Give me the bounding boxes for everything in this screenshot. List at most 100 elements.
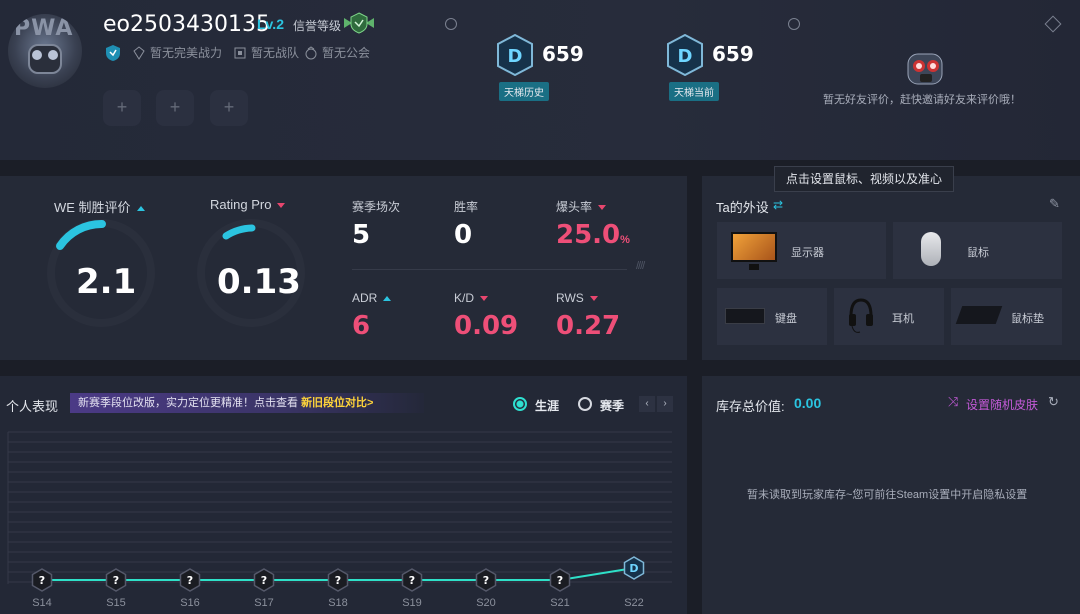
data-point-S19[interactable]: ? <box>401 568 423 592</box>
radio-season-label[interactable]: 赛季 <box>600 397 624 414</box>
data-point-S16[interactable]: ? <box>179 568 201 592</box>
radio-season[interactable] <box>578 397 592 411</box>
info-down-icon <box>589 296 598 302</box>
x-tick-label: S17 <box>254 597 274 609</box>
adr-value: 6 <box>352 311 371 341</box>
stats-panel: WE 制胜评价 2.1 Rating Pro 0.13 赛季场次 5 胜率 0 … <box>0 176 687 360</box>
headshot-value-wrap: 25.0% <box>556 220 630 250</box>
rank-d-badge-icon: D <box>667 34 703 76</box>
data-point-S15[interactable]: ? <box>105 568 127 592</box>
inventory-label: 库存总价值: <box>716 399 785 414</box>
equipment-tooltip: 点击设置鼠标、视频以及准心 <box>774 166 954 192</box>
headshot-value: 25.0 <box>556 220 621 250</box>
data-point-marker: D <box>629 562 638 575</box>
headset-icon <box>849 298 873 333</box>
divider <box>352 269 627 270</box>
headset-label: 耳机 <box>892 313 914 325</box>
shuffle-icon[interactable]: ⇄ <box>773 198 783 212</box>
data-point-S20[interactable]: ? <box>475 568 497 592</box>
avatar-eye-left <box>32 50 42 60</box>
rws-label: RWS <box>556 291 584 305</box>
settings-dot-icon[interactable] <box>445 18 457 30</box>
refresh-icon[interactable]: ↻ <box>1048 394 1059 410</box>
edit-icon[interactable]: ✎ <box>1049 196 1060 212</box>
slot-3[interactable]: + <box>210 90 248 126</box>
data-point-S17[interactable]: ? <box>253 568 275 592</box>
guild-icon <box>305 45 317 59</box>
mouse-icon <box>921 232 941 266</box>
tag-guild-label: 暂无公会 <box>322 46 371 60</box>
random-skin-icon[interactable]: ⤨ <box>948 394 958 410</box>
kd-label: K/D <box>454 291 475 305</box>
data-point-marker: ? <box>261 574 267 587</box>
adr-label: ADR <box>352 291 378 305</box>
equipment-title: Ta的外设 <box>716 200 769 215</box>
avatar-eye-right <box>48 50 58 60</box>
inventory-empty: 暂未读取到玩家库存~您可前往Steam设置中开启隐私设置 <box>747 489 1028 501</box>
inventory-panel: 库存总价值: 0.00 ⤨ 设置随机皮肤 ↻ 暂未读取到玩家库存~您可前往Ste… <box>702 376 1080 614</box>
diamond-icon <box>133 45 145 60</box>
data-point-S22[interactable]: D <box>623 556 645 580</box>
we-rating-label: WE 制胜评价 <box>54 200 131 215</box>
settings-dot-icon[interactable] <box>788 18 800 30</box>
friend-review-empty: 暂无好友评价，赶快邀请好友来评价哦！ <box>823 94 1021 106</box>
equip-headset[interactable]: 耳机 <box>834 288 944 345</box>
avatar[interactable]: PWA <box>8 14 82 88</box>
data-point-marker: ? <box>187 574 193 587</box>
x-tick-label: S16 <box>180 597 200 609</box>
monitor-label: 显示器 <box>791 247 824 259</box>
ladder-current-label: 天梯当前 <box>669 82 719 101</box>
kd-header[interactable]: K/D <box>454 291 489 305</box>
x-tick-label: S15 <box>106 597 126 609</box>
performance-chart: ? S14? S15? S16? S17? S18? S19? S20? S21 D S22 <box>7 431 672 609</box>
info-down-icon <box>480 296 489 302</box>
season-banner[interactable]: 新赛季段位改版，实力定位更精准！点击查看 新旧段位对比> <box>70 393 424 413</box>
gasmask-mascot-icon <box>907 53 943 85</box>
x-tick-label: S22 <box>624 597 644 609</box>
data-point-marker: ? <box>409 574 415 587</box>
monitor-icon <box>731 232 777 262</box>
equip-monitor[interactable]: 显示器 <box>717 222 886 279</box>
prev-button[interactable]: ‹ <box>639 396 655 412</box>
data-point-S18[interactable]: ? <box>327 568 349 592</box>
info-up-icon <box>383 296 392 302</box>
winrate-value: 0 <box>454 220 473 250</box>
radio-career[interactable] <box>513 397 527 411</box>
avatar-text: PWA <box>14 16 74 41</box>
flag-icon <box>234 47 246 58</box>
data-point-marker: ? <box>483 574 489 587</box>
data-point-S21[interactable]: ? <box>549 568 571 592</box>
equip-mouse[interactable]: 鼠标 <box>893 222 1062 279</box>
slot-2[interactable]: + <box>156 90 194 126</box>
adr-header[interactable]: ADR <box>352 291 392 305</box>
rating-pro-value: 0.13 <box>217 262 301 302</box>
equip-mousepad[interactable]: 鼠标垫 <box>951 288 1062 345</box>
mousepad-icon <box>955 306 1003 324</box>
headshot-header[interactable]: 爆头率 <box>556 198 607 215</box>
rank-history-letter: D <box>508 46 523 67</box>
ladder-current-score: 659 <box>712 42 754 66</box>
rws-header[interactable]: RWS <box>556 291 598 305</box>
data-point-S14[interactable]: ? <box>31 568 53 592</box>
mousepad-label: 鼠标垫 <box>1011 313 1044 325</box>
random-skin-link[interactable]: 设置随机皮肤 <box>966 396 1038 413</box>
slot-1[interactable]: + <box>103 90 141 126</box>
rating-pro-header[interactable]: Rating Pro <box>210 197 286 212</box>
performance-title: 个人表现 <box>6 399 59 414</box>
layers-icon[interactable] <box>1044 15 1062 33</box>
x-tick-label: S14 <box>32 597 52 609</box>
info-down-icon <box>598 205 607 211</box>
keyboard-label: 键盘 <box>775 313 797 325</box>
rank-d-badge-icon: D <box>497 34 533 76</box>
data-point-marker: ? <box>335 574 341 587</box>
equip-keyboard[interactable]: 键盘 <box>717 288 827 345</box>
next-button[interactable]: › <box>657 396 673 412</box>
ladder-history-label: 天梯历史 <box>499 82 549 101</box>
banner-link[interactable]: 新旧段位对比> <box>301 397 373 409</box>
radio-career-label[interactable]: 生涯 <box>535 397 559 414</box>
data-point-marker: ? <box>39 574 45 587</box>
banner-text: 新赛季段位改版，实力定位更精准！点击查看 <box>78 397 298 409</box>
credit-shield-icon[interactable] <box>342 12 376 34</box>
we-rating-header[interactable]: WE 制胜评价 <box>54 197 145 216</box>
info-down-icon <box>277 203 286 209</box>
